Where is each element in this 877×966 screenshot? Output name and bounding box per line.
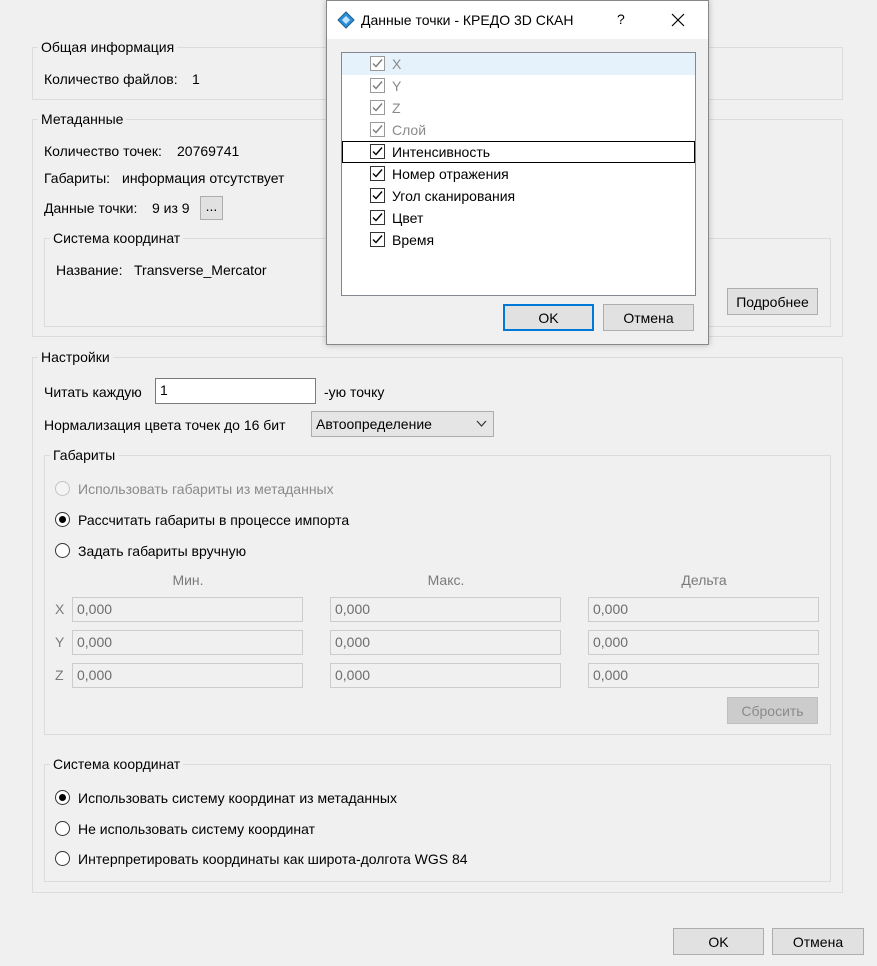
list-item[interactable]: Угол сканирования [342, 185, 695, 207]
ok-button[interactable]: OK [673, 928, 764, 955]
list-item-label: Цвет [392, 210, 424, 226]
row-label-y: Y [55, 634, 65, 650]
list-item[interactable]: Время [342, 229, 695, 251]
checkbox[interactable] [370, 144, 385, 159]
dialog-ok-button[interactable]: OK [503, 304, 594, 331]
point-data-button[interactable]: ... [200, 196, 223, 220]
dialog-titlebar[interactable]: Данные точки - КРЕДО 3D СКАН ? [327, 1, 708, 39]
settings-cs-title: Система координат [50, 756, 184, 772]
column-delta: Дельта [681, 572, 727, 588]
x-min-field[interactable]: 0,000 [72, 597, 303, 622]
checkbox[interactable] [370, 232, 385, 247]
dialog-cancel-button[interactable]: Отмена [603, 304, 694, 331]
cs-wgs84-label: Интерпретировать координаты как широта-д… [78, 851, 468, 867]
read-every-suffix: -ую точку [324, 384, 385, 400]
dialog-title: Данные точки - КРЕДО 3D СКАН [361, 12, 574, 28]
y-min-field[interactable]: 0,000 [72, 630, 303, 655]
list-item-label: Слой [392, 122, 427, 138]
settings-title: Настройки [38, 349, 113, 365]
list-item[interactable]: Интенсивность [342, 141, 695, 163]
normalize-select-value: Автоопределение [316, 416, 432, 432]
checkbox[interactable] [370, 122, 385, 137]
list-item[interactable]: Z [342, 97, 695, 119]
cs-use-metadata-label: Использовать систему координат из метада… [78, 790, 397, 806]
bounds-info-value: информация отсутствует [122, 170, 285, 186]
x-delta-field[interactable]: 0,000 [588, 597, 819, 622]
z-delta-field[interactable]: 0,000 [588, 663, 819, 688]
general-info-title: Общая информация [38, 39, 178, 55]
list-item[interactable]: Слой [342, 119, 695, 141]
point-data-value: 9 из 9 [152, 200, 190, 216]
cs-name-value: Transverse_Mercator [134, 262, 267, 278]
list-item-label: Номер отражения [392, 166, 509, 182]
read-every-input[interactable]: 1 [155, 378, 316, 404]
column-min: Мин. [172, 572, 204, 588]
point-data-dialog: Данные точки - КРЕДО 3D СКАН ? X Y Z Слой Ин… [326, 0, 709, 345]
row-label-x: X [55, 601, 65, 617]
bounds-manual-label: Задать габариты вручную [78, 543, 247, 559]
list-item-label: Время [392, 232, 435, 248]
cs-none-label: Не использовать систему координат [78, 821, 315, 837]
reset-bounds-button[interactable]: Сбросить [727, 697, 818, 724]
cs-name-label: Название: [56, 262, 123, 278]
normalize-select[interactable]: Автоопределение [311, 411, 494, 437]
details-button[interactable]: Подробнее [727, 288, 818, 315]
points-count-label: Количество точек: [44, 143, 162, 159]
column-max: Макс. [427, 572, 465, 588]
z-min-field[interactable]: 0,000 [72, 663, 303, 688]
chevron-down-icon [476, 412, 487, 443]
y-delta-field[interactable]: 0,000 [588, 630, 819, 655]
checkbox[interactable] [370, 78, 385, 93]
list-item[interactable]: X [342, 53, 695, 75]
point-data-label: Данные точки: [44, 200, 138, 216]
normalize-label: Нормализация цвета точек до 16 бит [44, 417, 286, 433]
cancel-button[interactable]: Отмена [772, 928, 864, 955]
list-item[interactable]: Номер отражения [342, 163, 695, 185]
help-icon[interactable]: ? [617, 11, 625, 27]
bounds-metadata-radio[interactable] [55, 481, 70, 496]
app-logo-icon [337, 11, 355, 32]
row-label-z: Z [55, 667, 64, 683]
bounds-compute-radio[interactable] [55, 512, 70, 527]
cs-none-radio[interactable] [55, 821, 70, 836]
bounds-title: Габариты [50, 447, 119, 463]
list-item-label: Интенсивность [392, 144, 491, 160]
checkbox[interactable] [370, 188, 385, 203]
metadata-cs-title: Система координат [50, 230, 184, 246]
close-icon[interactable] [671, 13, 685, 30]
list-item-label: Z [392, 100, 401, 116]
bounds-compute-label: Рассчитать габариты в процессе импорта [78, 512, 350, 528]
cs-wgs84-radio[interactable] [55, 851, 70, 866]
points-count-value: 20769741 [177, 143, 240, 159]
list-item-label: Y [392, 78, 402, 94]
bounds-info-label: Габариты: [44, 170, 111, 186]
checkbox[interactable] [370, 56, 385, 71]
z-max-field[interactable]: 0,000 [330, 663, 561, 688]
read-every-label: Читать каждую [44, 384, 142, 400]
list-item[interactable]: Цвет [342, 207, 695, 229]
list-item[interactable]: Y [342, 75, 695, 97]
checkbox[interactable] [370, 166, 385, 181]
files-count-label: Количество файлов: [44, 71, 178, 87]
x-max-field[interactable]: 0,000 [330, 597, 561, 622]
files-count-value: 1 [192, 71, 200, 87]
bounds-metadata-label: Использовать габариты из метаданных [78, 481, 334, 497]
y-max-field[interactable]: 0,000 [330, 630, 561, 655]
bounds-manual-radio[interactable] [55, 543, 70, 558]
cs-use-metadata-radio[interactable] [55, 790, 70, 805]
metadata-title: Метаданные [38, 111, 127, 127]
list-item-label: X [392, 56, 402, 72]
checkbox[interactable] [370, 100, 385, 115]
list-item-label: Угол сканирования [392, 188, 516, 204]
point-data-list[interactable]: X Y Z Слой Интенсивность Номер отражения Угол … [341, 52, 696, 296]
checkbox[interactable] [370, 210, 385, 225]
